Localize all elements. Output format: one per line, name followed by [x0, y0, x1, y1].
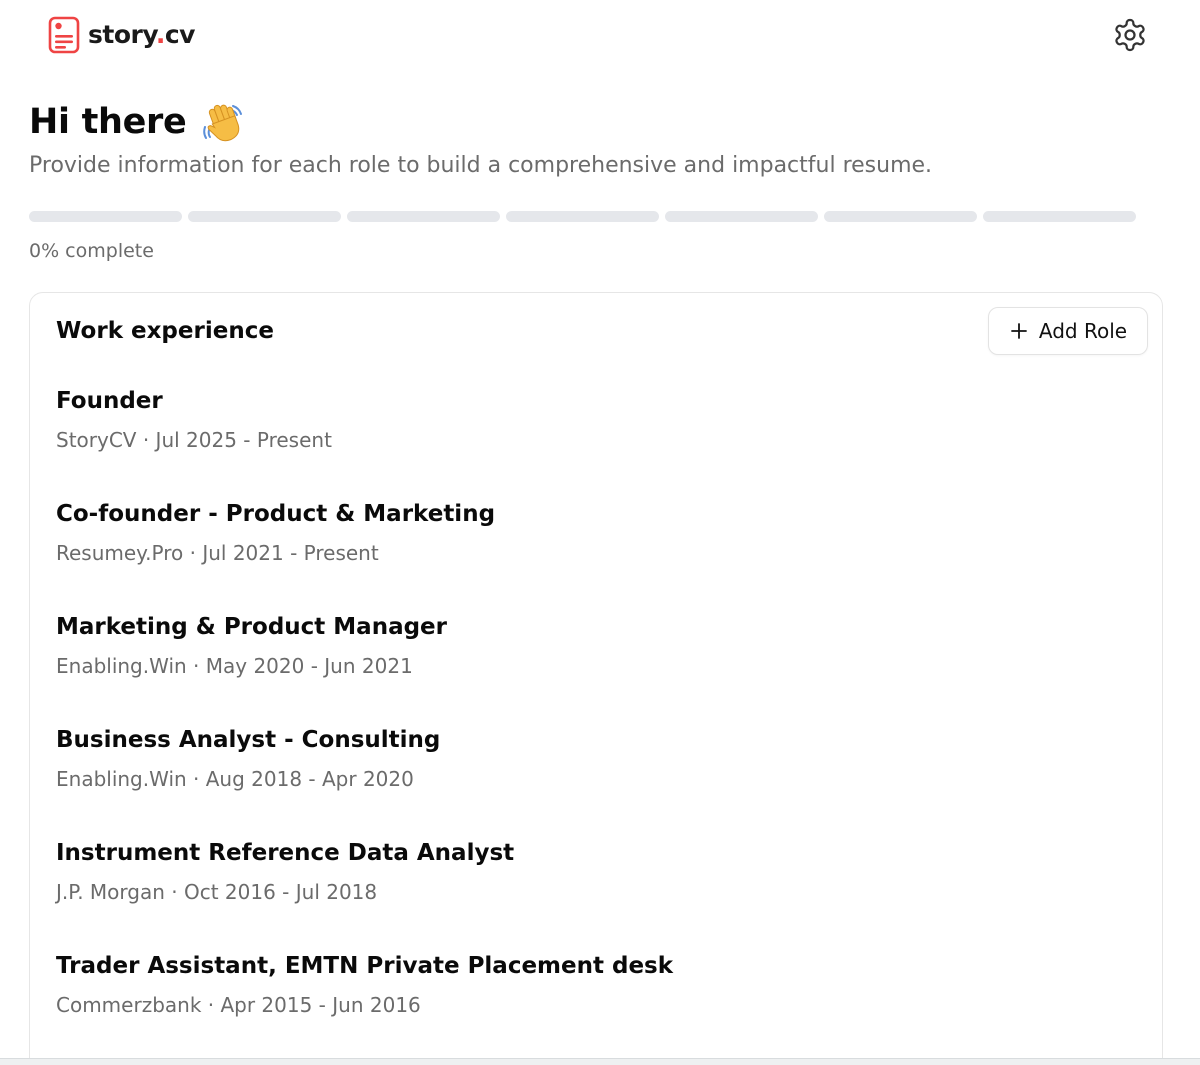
role-item[interactable]: Trader Assistant, EMTN Private Placement… — [56, 950, 673, 1063]
role-item[interactable]: Founder StoryCV · Jul 2025 - Present — [56, 385, 673, 498]
page-subtitle: Provide information for each role to bui… — [29, 153, 933, 178]
role-title: Business Analyst - Consulting — [56, 727, 441, 753]
role-list: Founder StoryCV · Jul 2025 - Present Co-… — [56, 385, 673, 1063]
role-item[interactable]: Instrument Reference Data Analyst J.P. M… — [56, 837, 673, 950]
role-meta: Resumey.Pro · Jul 2021 - Present — [56, 541, 379, 565]
document-icon — [48, 16, 80, 54]
progress-segment — [29, 211, 182, 222]
progress-segment — [824, 211, 977, 222]
role-title: Founder — [56, 388, 163, 414]
role-item[interactable]: Co-founder - Product & Marketing Resumey… — [56, 498, 673, 611]
work-experience-card: Work experience Add Role Founder StoryCV… — [29, 292, 1163, 1065]
role-meta: J.P. Morgan · Oct 2016 - Jul 2018 — [56, 880, 378, 904]
progress-segment — [506, 211, 659, 222]
role-title: Instrument Reference Data Analyst — [56, 840, 515, 866]
role-item[interactable]: Marketing & Product Manager Enabling.Win… — [56, 611, 673, 724]
logo[interactable]: story.cv — [48, 16, 195, 54]
page-title: Hi there — [29, 102, 187, 142]
greeting: Hi there — [29, 98, 244, 146]
role-title: Marketing & Product Manager — [56, 614, 447, 640]
logo-text: story.cv — [88, 20, 195, 49]
add-role-label: Add Role — [1038, 319, 1128, 343]
gear-icon — [1115, 18, 1145, 52]
progress-bar — [29, 211, 1136, 222]
waving-hand-icon — [203, 104, 243, 142]
role-item[interactable]: Business Analyst - Consulting Enabling.W… — [56, 724, 673, 837]
role-meta: StoryCV · Jul 2025 - Present — [56, 428, 332, 452]
role-meta: Enabling.Win · May 2020 - Jun 2021 — [56, 654, 413, 678]
progress-segment — [665, 211, 818, 222]
add-role-button[interactable]: Add Role — [988, 307, 1148, 355]
progress-segment — [188, 211, 341, 222]
progress-segment — [983, 211, 1136, 222]
role-meta: Enabling.Win · Aug 2018 - Apr 2020 — [56, 767, 414, 791]
page: story.cv Hi there Provide information fo — [0, 0, 1200, 1065]
section-title: Work experience — [56, 318, 274, 344]
progress-segment — [347, 211, 500, 222]
plus-icon — [1011, 323, 1027, 339]
bottom-divider — [0, 1058, 1200, 1065]
role-meta: Commerzbank · Apr 2015 - Jun 2016 — [56, 993, 421, 1017]
role-title: Co-founder - Product & Marketing — [56, 501, 496, 527]
header: story.cv — [0, 0, 1200, 72]
progress-label: 0% complete — [29, 240, 154, 262]
role-title: Trader Assistant, EMTN Private Placement… — [56, 953, 674, 979]
settings-button[interactable] — [1110, 15, 1150, 55]
